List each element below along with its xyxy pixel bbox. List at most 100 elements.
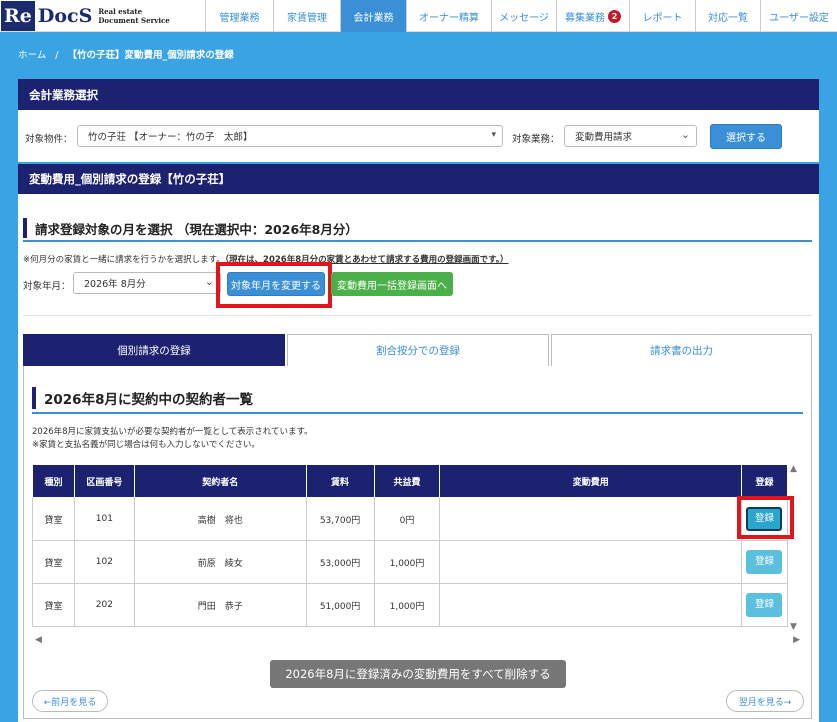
redocs-logo[interactable]: Re DocS Real estate Document Service <box>0 0 205 32</box>
cell-type: 貸室 <box>32 583 75 627</box>
tab-proportional-allocation[interactable]: 割合按分での登録 <box>287 334 549 367</box>
chevron-down-icon: ⌄ <box>204 275 214 288</box>
section-title-text: 請求登録対象の月を選択 （現在選択中：2026年8月分） <box>35 221 358 237</box>
variable-cost-header: 変動費用_個別請求の登録【竹の子荘】 <box>18 164 819 194</box>
delete-all-button[interactable]: 2026年8月に登録済みの変動費用をすべて削除する <box>270 660 566 688</box>
nav-label: 対応一覧 <box>708 12 748 24</box>
breadcrumb: ホーム / 【竹の子荘】変動費用_個別請求の登録 <box>18 47 234 61</box>
table-row: 貸室 102 前原 綾女 53,000円 1,000円 登録 <box>32 540 789 584</box>
logo-tagline-line2: Document Service <box>98 16 170 25</box>
property-select[interactable]: 竹の子荘 【オーナー：竹の子 太郎】 ▾ <box>77 125 503 147</box>
cell-rent: 53,000円 <box>305 540 375 584</box>
button-label: 翌月を見る→ <box>738 697 792 708</box>
nav-label: ユーザー設定 <box>769 12 829 24</box>
tab-label: 割合按分での登録 <box>376 345 460 357</box>
month-select[interactable]: 2026年 8月分 ⌄ <box>73 272 221 294</box>
cell-fee: 0円 <box>373 497 441 541</box>
tab-individual-billing[interactable]: 個別請求の登録 <box>23 334 285 367</box>
button-label: 対象年月を変更する <box>231 280 321 292</box>
vertical-scrollbar[interactable]: ▲ ▼ <box>788 464 802 632</box>
cell-unit: 102 <box>73 540 135 584</box>
column-header: 変動費用 <box>439 464 742 498</box>
cell-name: 前原 綾女 <box>133 540 307 584</box>
prev-month-button[interactable]: ←前月を見る <box>32 690 108 712</box>
nav-label: 家賃管理 <box>287 12 327 24</box>
task-label: 対象業務： <box>512 134 560 145</box>
register-button[interactable]: 登録 <box>746 593 783 617</box>
nav-recruitment[interactable]: 募集業務 2 <box>556 0 629 32</box>
button-label: ←前月を見る <box>43 697 97 708</box>
nav-tasks[interactable]: 対応一覧 <box>695 0 760 32</box>
scroll-right-icon[interactable]: ▶ <box>793 635 800 645</box>
chevron-down-icon: ▾ <box>491 130 496 140</box>
next-month-button[interactable]: 翌月を見る→ <box>726 690 804 712</box>
tab-invoice-output[interactable]: 請求書の出力 <box>551 334 812 367</box>
breadcrumb-separator: / <box>55 50 59 61</box>
month-select-value: 2026年 8月分 <box>84 279 146 290</box>
contract-note-2: ※家賃と支払名義が同じ場合は何も入力しないでください。 <box>32 440 260 450</box>
nav-reports[interactable]: レポート <box>629 0 695 32</box>
nav-label: レポート <box>642 12 683 24</box>
nav-label: メッセージ <box>499 12 549 24</box>
section-divider <box>23 240 812 242</box>
section-title-text: 2026年8月に契約中の契約者一覧 <box>44 392 253 408</box>
notification-badge: 2 <box>608 9 621 23</box>
breadcrumb-current: 【竹の子荘】変動費用_個別請求の登録 <box>67 50 234 61</box>
table-row: 貸室 101 高樹 将也 53,700円 0円 登録 <box>32 497 789 541</box>
cell-fee: 1,000円 <box>373 583 441 627</box>
cell-variable <box>439 497 742 541</box>
nav-accounting[interactable]: 会計業務 <box>340 0 406 32</box>
select-task-button[interactable]: 選択する <box>710 124 782 149</box>
cell-unit: 202 <box>73 583 135 627</box>
column-header: 種別 <box>32 464 75 498</box>
column-header: 区画番号 <box>73 464 135 498</box>
chevron-down-icon: ⌄ <box>680 128 690 141</box>
cell-variable <box>439 583 742 627</box>
contract-note-1: 2026年8月に家賃支払いが必要な契約者が一覧として表示されています。 <box>32 427 313 437</box>
cell-variable <box>439 540 742 584</box>
breadcrumb-home[interactable]: ホーム <box>18 50 46 61</box>
property-label: 対象物件： <box>25 134 73 145</box>
nav-rent[interactable]: 家賃管理 <box>273 0 340 32</box>
top-navbar: Re DocS Real estate Document Service 管理業… <box>0 0 837 32</box>
logo-mark: Re <box>1 1 35 31</box>
nav-messages[interactable]: メッセージ <box>491 0 556 32</box>
nav-label: 募集業務 <box>565 12 605 24</box>
highlight-register-button <box>737 496 794 539</box>
nav-owner-settlement[interactable]: オーナー精算 <box>406 0 491 32</box>
panel-title: 変動費用_個別請求の登録【竹の子荘】 <box>29 172 231 186</box>
main-nav: 管理業務 家賃管理 会計業務 オーナー精算 メッセージ 募集業務 2 レポート 対… <box>205 0 837 32</box>
cell-rent: 53,700円 <box>305 497 375 541</box>
logo-tagline-line1: Real estate <box>98 7 143 16</box>
accounting-select-header: 会計業務選択 <box>18 79 819 110</box>
scroll-down-icon[interactable]: ▼ <box>790 622 797 632</box>
tab-label: 個別請求の登録 <box>117 345 191 357</box>
column-header: 登録 <box>740 464 789 498</box>
nav-label: 会計業務 <box>353 12 394 24</box>
cell-rent: 51,000円 <box>305 583 375 627</box>
nav-label: オーナー精算 <box>419 12 479 24</box>
button-label: 変動費用一括登録画面へ <box>337 280 447 292</box>
cell-name: 高樹 将也 <box>133 497 307 541</box>
change-month-button[interactable]: 対象年月を変更する <box>227 272 325 296</box>
panel-title: 会計業務選択 <box>29 87 98 102</box>
nav-management[interactable]: 管理業務 <box>205 0 273 32</box>
button-label: 2026年8月に登録済みの変動費用をすべて削除する <box>285 667 551 681</box>
registration-tabs: 個別請求の登録 割合按分での登録 請求書の出力 <box>23 334 812 367</box>
column-header: 共益費 <box>373 464 441 498</box>
scroll-left-icon[interactable]: ◀ <box>35 635 42 645</box>
bulk-register-button[interactable]: 変動費用一括登録画面へ <box>331 272 453 296</box>
scroll-up-icon[interactable]: ▲ <box>790 464 797 474</box>
cell-action: 登録 <box>740 583 789 627</box>
divider <box>23 315 812 316</box>
horizontal-scrollbar[interactable]: ◀ ▶ <box>32 635 800 647</box>
month-section-title: 請求登録対象の月を選択 （現在選択中：2026年8月分） <box>23 218 358 238</box>
note-text: ※何月分の家賃と一緒に請求を行うかを選択します。 <box>23 255 225 265</box>
register-button[interactable]: 登録 <box>746 550 783 574</box>
nav-user-settings[interactable]: ユーザー設定 <box>760 0 837 32</box>
task-select[interactable]: 変動費用請求 ⌄ <box>564 125 697 147</box>
tab-label: 請求書の出力 <box>650 345 713 357</box>
cell-type: 貸室 <box>32 497 75 541</box>
column-header: 賃料 <box>305 464 375 498</box>
table-row: 貸室 202 門田 恭子 51,000円 1,000円 登録 <box>32 583 789 627</box>
